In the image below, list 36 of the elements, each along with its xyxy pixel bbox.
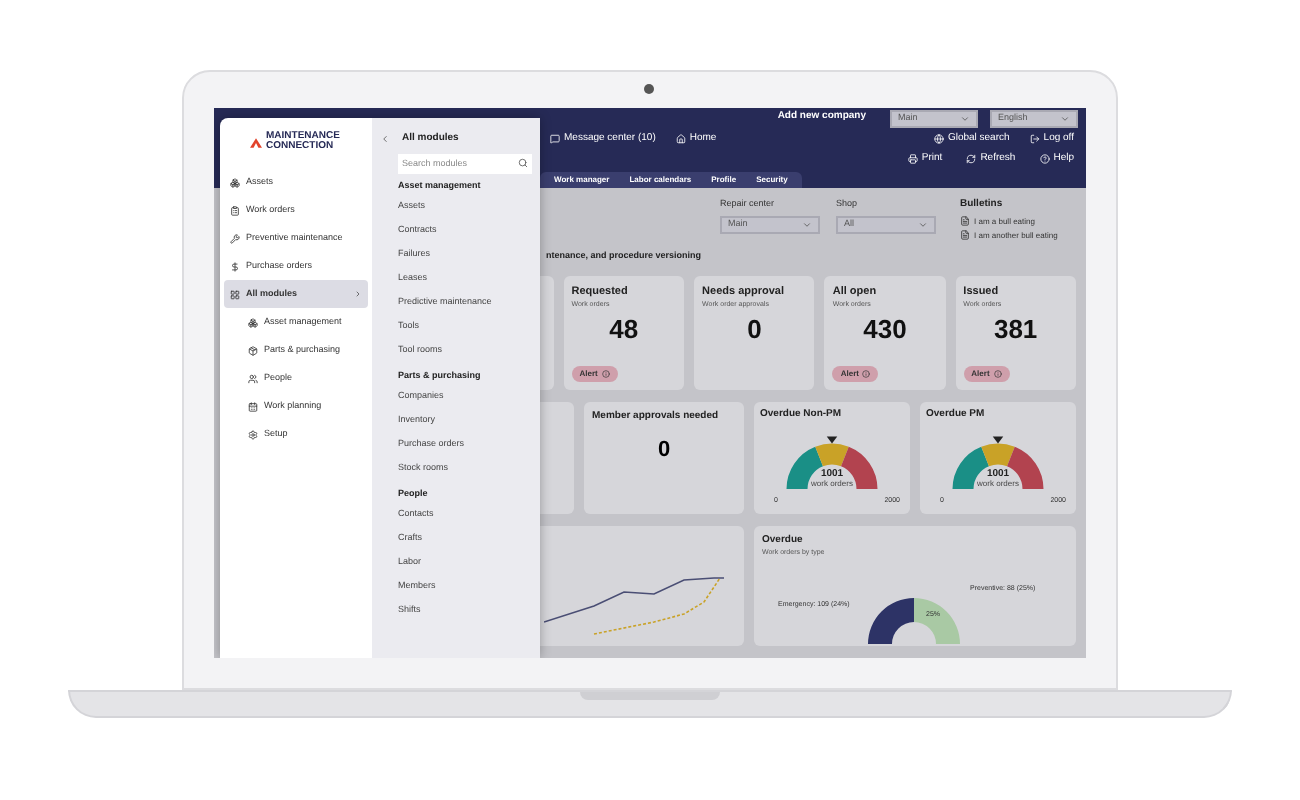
card-value: 0 <box>655 440 673 463</box>
card-value: 381 <box>991 316 1040 343</box>
camera-icon <box>644 84 654 94</box>
card-value: 430 <box>861 316 909 343</box>
help-icon <box>1039 154 1050 164</box>
dollar-icon <box>230 261 240 271</box>
boxes-icon <box>230 177 240 187</box>
card-value: 48 <box>607 316 641 343</box>
clipboard-icon <box>230 205 240 215</box>
home-icon <box>675 134 686 144</box>
wrench-icon <box>230 233 240 243</box>
donut-chart-drawing <box>864 593 964 644</box>
search-icon <box>518 158 528 168</box>
chevron-down-icon <box>1060 113 1070 123</box>
card-value: 0 <box>745 316 764 343</box>
settings-icon <box>248 429 258 439</box>
chevron-down-icon <box>960 113 970 123</box>
info-icon <box>993 369 1002 378</box>
info-icon <box>601 369 610 378</box>
document-icon <box>960 216 970 226</box>
info-icon <box>862 369 871 378</box>
logo-icon <box>250 137 262 147</box>
message-icon <box>550 134 560 144</box>
log-off-icon <box>1029 134 1040 144</box>
document-icon <box>960 230 970 240</box>
back-icon[interactable] <box>380 134 390 145</box>
refresh-icon <box>966 154 977 164</box>
chevron-down-icon <box>802 219 812 230</box>
people-icon <box>248 373 258 383</box>
globe-icon <box>933 134 944 144</box>
grid-icon <box>230 289 240 299</box>
package-icon <box>248 345 258 355</box>
chevron-down-icon <box>918 219 928 230</box>
calendar-icon <box>248 401 258 411</box>
boxes-icon <box>248 317 258 327</box>
printer-icon <box>907 154 918 164</box>
